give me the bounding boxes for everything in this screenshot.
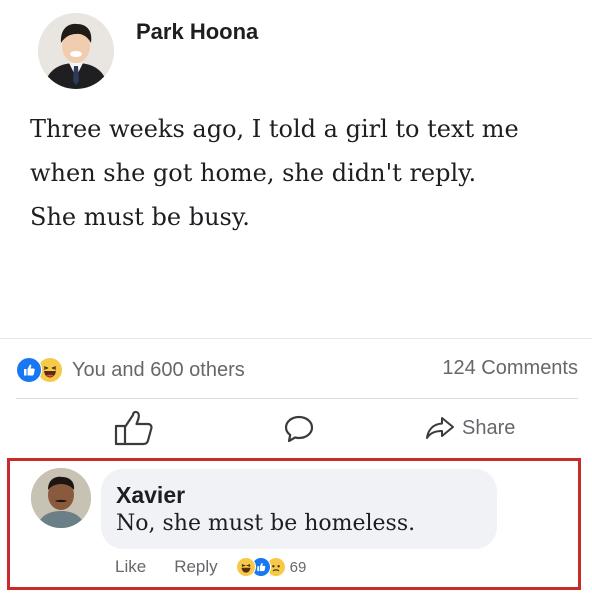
post-text-line: when she got home, she didn't reply. xyxy=(30,159,477,187)
reaction-icons xyxy=(16,357,66,383)
like-icon xyxy=(16,357,42,383)
comment-actions: Like Reply 69 xyxy=(115,557,306,577)
comment-reaction-icons[interactable] xyxy=(235,557,288,577)
comment-button[interactable] xyxy=(282,412,316,446)
thumbs-up-icon xyxy=(114,410,153,446)
comments-count[interactable]: 124 Comments xyxy=(442,357,578,380)
like-button[interactable] xyxy=(112,408,158,448)
comment-text: No, she must be homeless. xyxy=(116,511,416,536)
share-label: Share xyxy=(462,416,516,439)
share-button[interactable]: Share xyxy=(424,408,515,448)
author-avatar-photo xyxy=(38,13,114,89)
comment-bubble-icon xyxy=(284,415,314,443)
author-name[interactable]: Park Hoona xyxy=(136,19,258,45)
commenter-avatar-photo xyxy=(31,468,91,528)
post-text: Three weeks ago, I told a girl to text m… xyxy=(30,112,575,244)
reactions-count-text[interactable]: You and 600 others xyxy=(72,359,245,382)
share-arrow-icon xyxy=(426,417,454,439)
reactions-summary[interactable]: You and 600 others xyxy=(16,356,245,384)
comment-bubble[interactable] xyxy=(101,469,497,549)
comment-reaction-count[interactable]: 69 xyxy=(290,559,307,576)
post-text-line: Three weeks ago, I told a girl to text m… xyxy=(30,115,519,143)
divider xyxy=(0,338,592,339)
author-avatar[interactable] xyxy=(38,13,114,89)
comment-like-link[interactable]: Like xyxy=(115,557,146,577)
comment-reply-link[interactable]: Reply xyxy=(174,557,217,577)
post-text-line: She must be busy. xyxy=(30,203,250,231)
commenter-avatar[interactable] xyxy=(31,468,91,528)
haha-icon xyxy=(235,557,256,577)
commenter-name[interactable]: Xavier xyxy=(116,482,185,509)
divider xyxy=(16,398,578,399)
